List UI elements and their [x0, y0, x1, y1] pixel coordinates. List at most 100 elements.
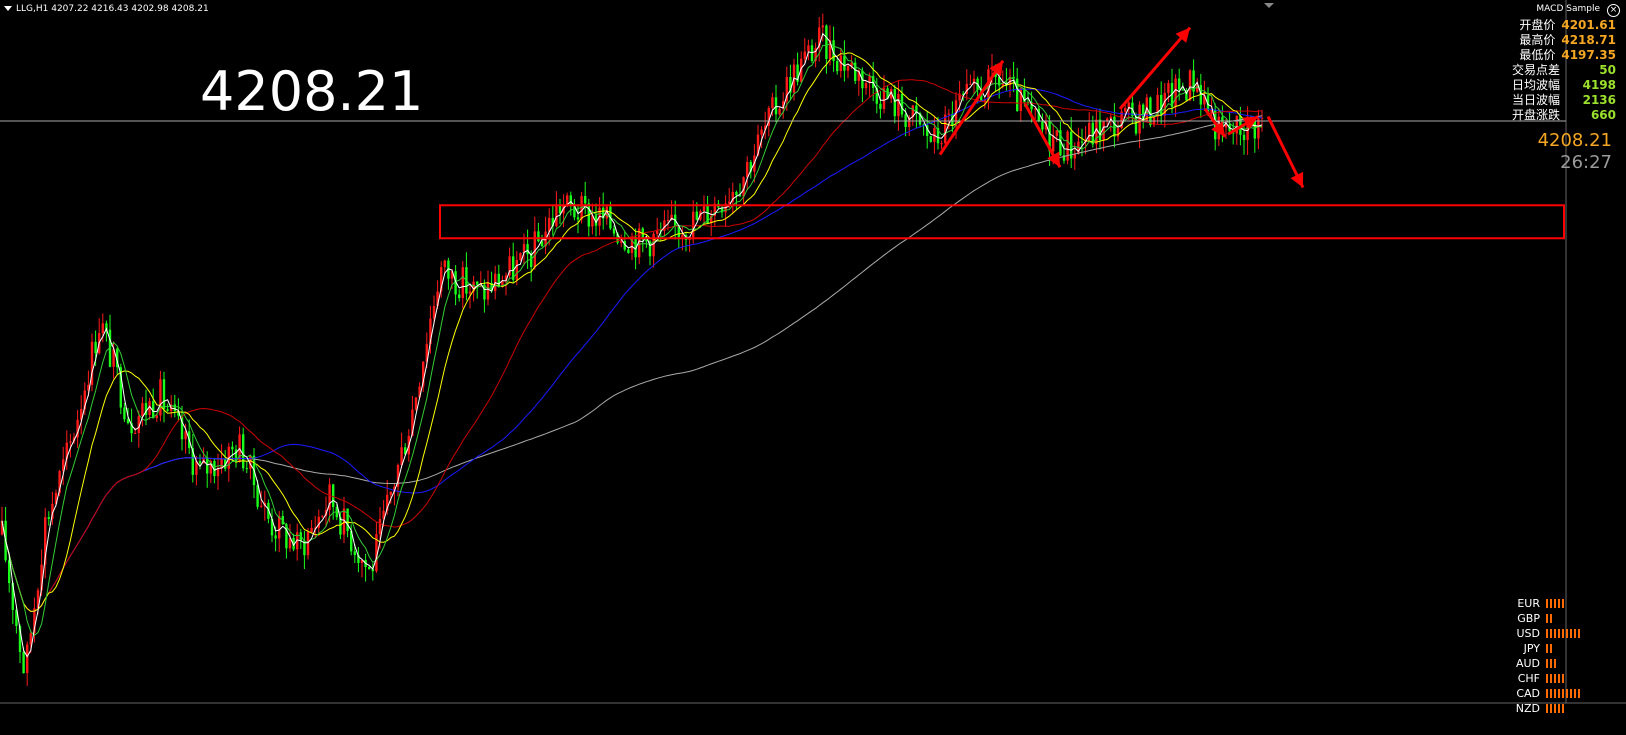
candle-body	[692, 211, 695, 238]
big-price-label: 4208.21	[200, 60, 424, 123]
strength-bar	[1574, 629, 1576, 638]
candle-body	[584, 196, 587, 204]
candle-body	[1174, 78, 1177, 107]
candle-body	[1124, 108, 1127, 112]
info-row: 最低价 4197.35	[1416, 48, 1616, 63]
strength-bar	[1546, 704, 1548, 713]
candle-body	[879, 103, 882, 109]
candle-body	[537, 231, 540, 242]
strength-bar	[1546, 674, 1548, 683]
strength-bars	[1546, 659, 1586, 668]
candle-body	[836, 61, 839, 72]
shift-marker-icon	[1264, 3, 1274, 8]
candle-body	[825, 25, 828, 60]
candle-body	[929, 135, 932, 142]
ma-yellow-line	[1, 52, 1263, 612]
candle-body	[843, 55, 846, 71]
candle-body	[173, 404, 176, 412]
candle-body	[260, 505, 263, 507]
info-label: 开盘价	[1519, 18, 1556, 32]
candle-body	[1055, 130, 1058, 136]
strength-bar	[1562, 629, 1564, 638]
candle-body	[519, 252, 522, 260]
strength-bars	[1546, 614, 1586, 623]
currency-row: CHF	[1466, 671, 1586, 686]
currency-row: EUR	[1466, 596, 1586, 611]
strength-bar	[1550, 614, 1552, 623]
candle-body	[123, 407, 126, 420]
strength-bar	[1558, 674, 1560, 683]
candle-body	[1178, 78, 1181, 90]
ma-green-line	[1, 43, 1263, 636]
candle-body	[612, 228, 616, 234]
candle-body	[47, 517, 50, 519]
info-label: 最低价	[1519, 48, 1556, 62]
currency-row: GBP	[1466, 611, 1586, 626]
candle-body	[486, 282, 490, 300]
candle-body	[1167, 83, 1170, 93]
currency-row: AUD	[1466, 656, 1586, 671]
candle-body	[332, 484, 335, 507]
candle-body	[681, 235, 684, 238]
candle-body	[159, 379, 162, 416]
dropdown-triangle-icon[interactable]	[4, 6, 12, 11]
strength-bar	[1570, 689, 1572, 698]
candle-body	[1160, 94, 1163, 116]
candle-body	[461, 267, 464, 299]
candle-body	[101, 323, 104, 333]
candle-body	[231, 446, 234, 450]
info-row: 交易点差 50	[1416, 63, 1616, 78]
currency-code: JPY	[1523, 642, 1540, 655]
info-row: 开盘价 4201.61	[1416, 18, 1616, 33]
candle-body	[274, 535, 277, 539]
candle-body	[1095, 119, 1098, 145]
candle-body	[353, 551, 356, 556]
strength-bars	[1546, 689, 1586, 698]
candle-body	[155, 415, 158, 419]
candle-body	[666, 219, 670, 221]
candle-body	[576, 217, 580, 220]
strength-bars	[1546, 704, 1586, 713]
info-value: 4218.71	[1561, 33, 1616, 47]
candle-body	[1052, 135, 1055, 152]
candle-body	[346, 508, 349, 531]
info-value: 660	[1590, 108, 1616, 122]
currency-row: CAD	[1466, 686, 1586, 701]
info-value: 4197.35	[1561, 48, 1616, 62]
info-row: 开盘涨跌 660	[1416, 108, 1616, 123]
strength-bar	[1558, 599, 1560, 608]
candle-body	[414, 397, 418, 410]
current-price-display: 4208.21	[1537, 130, 1612, 151]
candle-body	[306, 532, 310, 556]
strength-bar	[1558, 629, 1560, 638]
candle-body	[620, 241, 623, 243]
strength-bar	[1550, 704, 1552, 713]
strength-bar	[1566, 629, 1568, 638]
strength-bar	[1554, 704, 1556, 713]
candle-body	[1253, 121, 1256, 139]
currency-code: NZD	[1515, 702, 1540, 715]
strength-bar	[1574, 689, 1576, 698]
info-value: 4201.61	[1561, 18, 1616, 32]
candle-body	[821, 25, 824, 28]
strength-bars	[1546, 629, 1586, 638]
strength-bar	[1578, 689, 1580, 698]
strength-bar	[1562, 674, 1564, 683]
candle-body	[940, 143, 943, 145]
candle-body	[774, 97, 778, 115]
strength-bar	[1558, 689, 1560, 698]
candle-body	[897, 94, 900, 117]
info-value: 50	[1599, 63, 1616, 77]
currency-strength-panel: EUR GBP USD JPY AUD CHF CAD NZD	[1466, 596, 1586, 716]
indicator-name: MACD Sample	[1536, 4, 1600, 14]
candle-body	[497, 273, 500, 288]
candle-body	[69, 441, 72, 443]
close-icon[interactable]: ×	[1607, 4, 1620, 17]
symbol-line: LLG,H1 4207.22 4216.43 4202.98 4208.21	[4, 4, 209, 14]
strength-bar	[1546, 599, 1548, 608]
candle-body	[22, 651, 25, 674]
candle-body	[1080, 141, 1084, 143]
strength-bar	[1554, 674, 1556, 683]
candle-body	[771, 97, 774, 108]
strength-bar	[1558, 704, 1560, 713]
